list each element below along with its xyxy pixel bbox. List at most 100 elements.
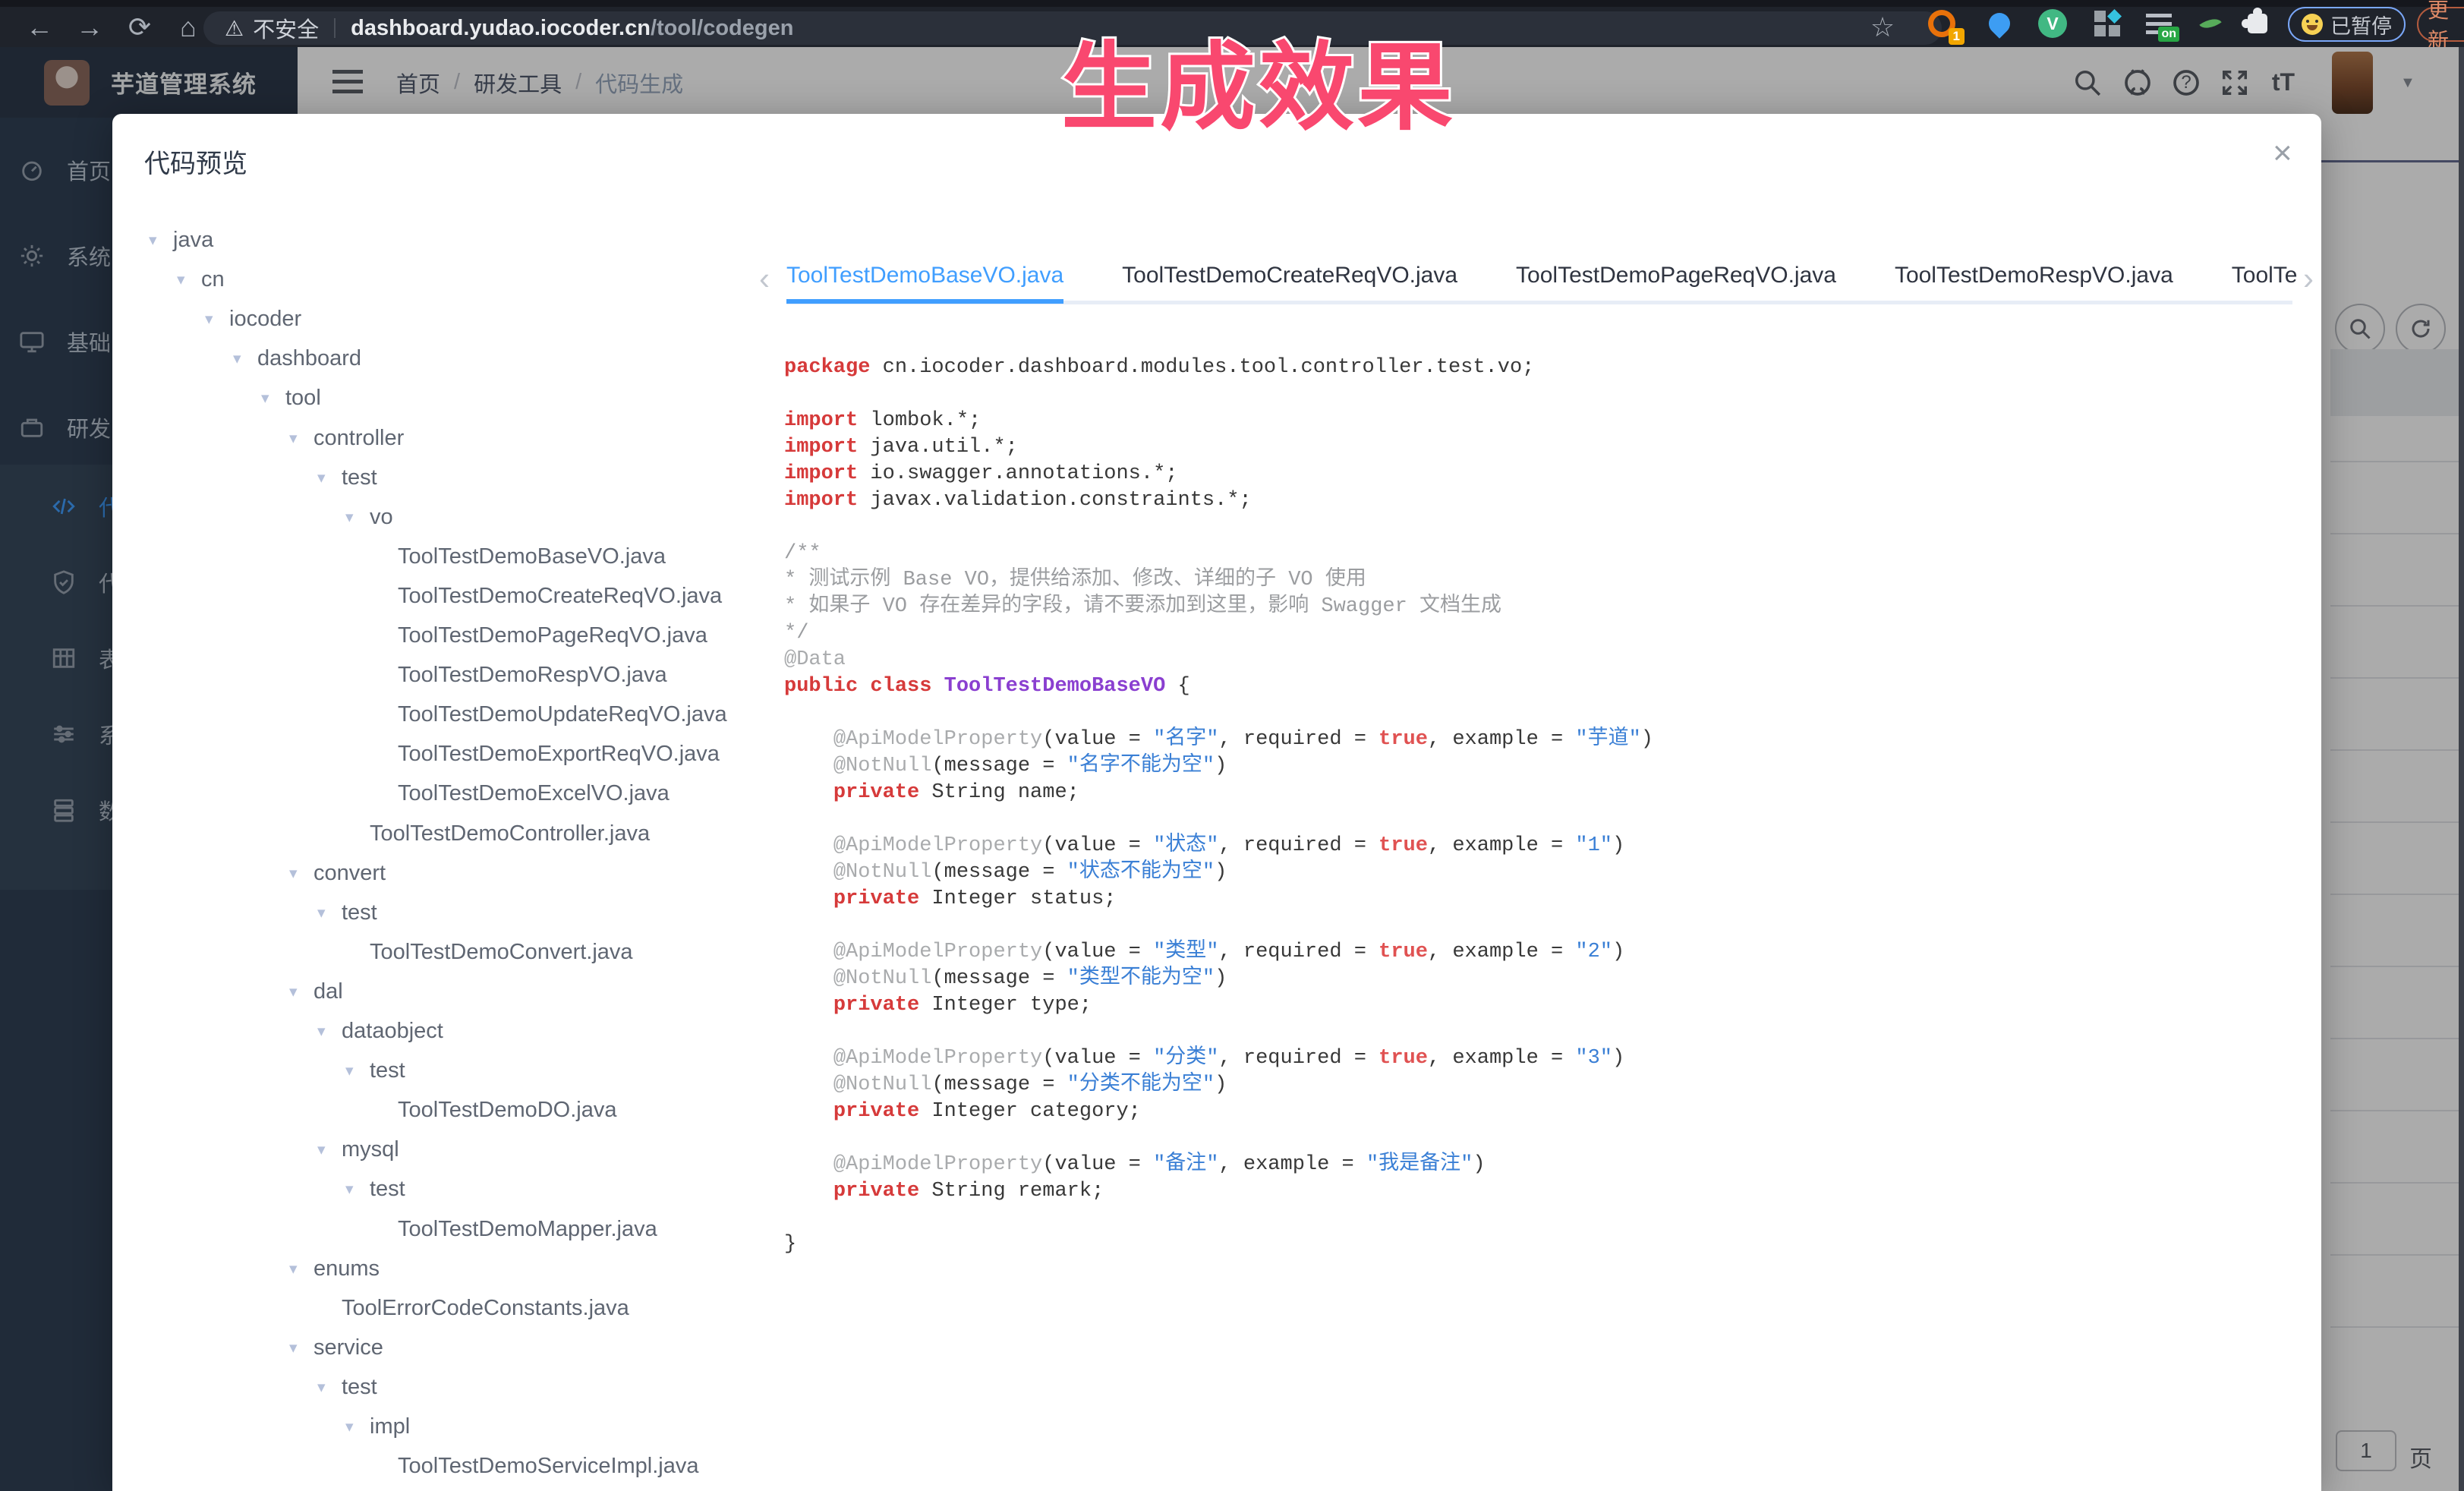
- caret-down-icon[interactable]: ▾: [317, 468, 342, 487]
- warning-icon: ⚠: [225, 16, 244, 41]
- tree-folder[interactable]: ▾test: [345, 1051, 405, 1090]
- tree-folder[interactable]: ▾impl: [345, 1407, 410, 1446]
- tree-node-label: dashboard: [257, 346, 361, 371]
- extension-grid-icon[interactable]: [2091, 8, 2124, 39]
- caret-down-icon[interactable]: ▾: [345, 1061, 370, 1080]
- caret-down-icon[interactable]: ▾: [261, 389, 285, 408]
- tree-node-label: ToolTestDemoDO.java: [398, 1098, 617, 1123]
- tree-folder[interactable]: ▾enums: [289, 1249, 380, 1288]
- caret-down-icon[interactable]: ▾: [177, 270, 201, 289]
- caret-down-icon[interactable]: ▾: [345, 1417, 370, 1436]
- tree-folder[interactable]: ▾vo: [345, 497, 393, 537]
- tree-node-label: test: [342, 465, 377, 490]
- profile-paused-chip[interactable]: 已暂停: [2288, 7, 2406, 42]
- tabs-prev-icon[interactable]: ‹: [759, 263, 770, 295]
- tree-file[interactable]: ToolTestDemoExportReqVO.java: [373, 734, 720, 774]
- caret-down-icon[interactable]: ▾: [345, 508, 370, 527]
- code-preview-dialog: 代码预览 × ▾java▾cn▾iocoder▾dashboard▾tool▾c…: [112, 114, 2321, 1491]
- caret-down-icon[interactable]: ▾: [289, 864, 314, 883]
- tree-file[interactable]: ToolTestDemoServiceImpl.java: [373, 1446, 698, 1486]
- tree-folder[interactable]: ▾dataobject: [317, 1011, 443, 1051]
- tree-file[interactable]: ToolTestDemoPageReqVO.java: [373, 616, 707, 655]
- tree-folder[interactable]: ▾mysql: [317, 1130, 399, 1169]
- chrome-update-button[interactable]: 更新 ⋮: [2417, 7, 2464, 42]
- security-label[interactable]: 不安全: [253, 12, 319, 44]
- tree-node-label: java: [173, 228, 213, 253]
- caret-down-icon[interactable]: ▾: [205, 310, 229, 329]
- tree-folder[interactable]: ▾test: [317, 1367, 377, 1407]
- extension-vue-devtools-icon[interactable]: V: [2036, 8, 2069, 39]
- close-icon[interactable]: ×: [2273, 137, 2292, 170]
- tree-folder[interactable]: ▾java: [149, 220, 213, 260]
- address-divider: [334, 18, 336, 38]
- tree-file[interactable]: ToolTestDemoMapper.java: [373, 1209, 657, 1249]
- code-line: @ApiModelProperty(value = "分类", required…: [784, 1045, 1653, 1072]
- window-scrollbar[interactable]: [2459, 47, 2464, 1491]
- tree-node-label: service: [314, 1335, 383, 1360]
- caret-down-icon[interactable]: ▾: [289, 982, 314, 1001]
- tree-node-label: convert: [314, 861, 386, 886]
- code-line: import java.util.*;: [784, 434, 1653, 461]
- code-line: * 测试示例 Base VO，提供给添加、修改、详细的子 VO 使用: [784, 567, 1653, 594]
- code-tab-3[interactable]: ToolTestDemoRespVO.java: [1895, 252, 2173, 299]
- extension-list-on-icon[interactable]: on: [2142, 8, 2176, 39]
- caret-down-icon[interactable]: ▾: [317, 903, 342, 922]
- code-line: private Integer category;: [784, 1099, 1653, 1125]
- extensions-puzzle-icon[interactable]: [2241, 8, 2274, 39]
- caret-down-icon[interactable]: ▾: [149, 231, 173, 250]
- browser-back-icon[interactable]: ←: [18, 7, 61, 47]
- tree-file[interactable]: ToolTestDemoBaseVO.java: [373, 537, 666, 576]
- bookmark-star-icon[interactable]: ☆: [1861, 7, 1904, 47]
- code-line: @ApiModelProperty(value = "备注", example …: [784, 1152, 1653, 1178]
- tree-file[interactable]: ToolTestDemoRespVO.java: [373, 655, 667, 695]
- caret-down-icon[interactable]: ▾: [289, 1338, 314, 1357]
- tree-folder[interactable]: ▾test: [317, 458, 377, 497]
- code-line: @ApiModelProperty(value = "类型", required…: [784, 939, 1653, 966]
- code-tab-1[interactable]: ToolTestDemoCreateReqVO.java: [1122, 252, 1457, 299]
- caret-down-icon[interactable]: ▾: [317, 1140, 342, 1159]
- caret-down-icon[interactable]: ▾: [317, 1378, 342, 1397]
- tree-file[interactable]: ToolErrorCodeConstants.java: [317, 1288, 629, 1328]
- tree-node-label: test: [342, 1375, 377, 1400]
- code-line: /**: [784, 541, 1653, 567]
- tree-folder[interactable]: ▾iocoder: [205, 299, 301, 339]
- tree-folder[interactable]: ▾service: [289, 1328, 383, 1367]
- tree-file[interactable]: ToolTestDemoController.java: [345, 814, 650, 853]
- tree-file[interactable]: ToolTestDemoUpdateReqVO.java: [373, 695, 727, 734]
- code-tab-2[interactable]: ToolTestDemoPageReqVO.java: [1516, 252, 1836, 299]
- code-line: @Data: [784, 647, 1653, 673]
- caret-down-icon[interactable]: ▾: [233, 349, 257, 368]
- caret-down-icon[interactable]: ▾: [317, 1022, 342, 1041]
- tree-folder[interactable]: ▾controller: [289, 418, 404, 458]
- caret-down-icon[interactable]: ▾: [289, 429, 314, 448]
- tree-node-label: mysql: [342, 1137, 399, 1162]
- tree-file[interactable]: ToolTestDemoConvert.java: [345, 932, 633, 972]
- extension-pin-icon[interactable]: [1983, 8, 2016, 39]
- tree-folder[interactable]: ▾convert: [289, 853, 386, 893]
- browser-reload-icon[interactable]: ⟳: [118, 7, 161, 47]
- tree-folder[interactable]: ▾test: [317, 893, 377, 932]
- code-line: @NotNull(message = "类型不能为空"): [784, 966, 1653, 992]
- tree-folder[interactable]: ▾dal: [289, 972, 343, 1011]
- code-tab-0[interactable]: ToolTestDemoBaseVO.java: [786, 252, 1063, 304]
- tree-file[interactable]: ToolTestDemoDO.java: [373, 1090, 617, 1130]
- extension-ublock-icon[interactable]: 1: [1925, 8, 1958, 39]
- tree-folder[interactable]: ▾dashboard: [233, 339, 361, 378]
- code-line: import javax.validation.constraints.*;: [784, 487, 1653, 514]
- browser-menu-dots-icon[interactable]: ⋮: [2456, 13, 2464, 36]
- tree-node-label: ToolTestDemoBaseVO.java: [398, 544, 666, 569]
- tabs-next-icon[interactable]: ›: [2303, 263, 2314, 295]
- url-path: /tool/codegen: [651, 16, 794, 41]
- tree-folder[interactable]: ▾test: [345, 1169, 405, 1209]
- code-line: @NotNull(message = "分类不能为空"): [784, 1072, 1653, 1099]
- caret-down-icon[interactable]: ▾: [345, 1180, 370, 1199]
- caret-down-icon[interactable]: ▾: [289, 1259, 314, 1278]
- extension-leaf-icon[interactable]: [2194, 8, 2227, 39]
- code-tab-4[interactable]: ToolTe: [2232, 252, 2297, 299]
- tree-file[interactable]: ToolTestDemoCreateReqVO.java: [373, 576, 722, 616]
- tree-folder[interactable]: ▾cn: [177, 260, 225, 299]
- tree-node-label: test: [370, 1058, 405, 1083]
- browser-forward-icon[interactable]: →: [68, 7, 111, 47]
- tree-file[interactable]: ToolTestDemoExcelVO.java: [373, 774, 670, 813]
- tree-folder[interactable]: ▾tool: [261, 378, 321, 418]
